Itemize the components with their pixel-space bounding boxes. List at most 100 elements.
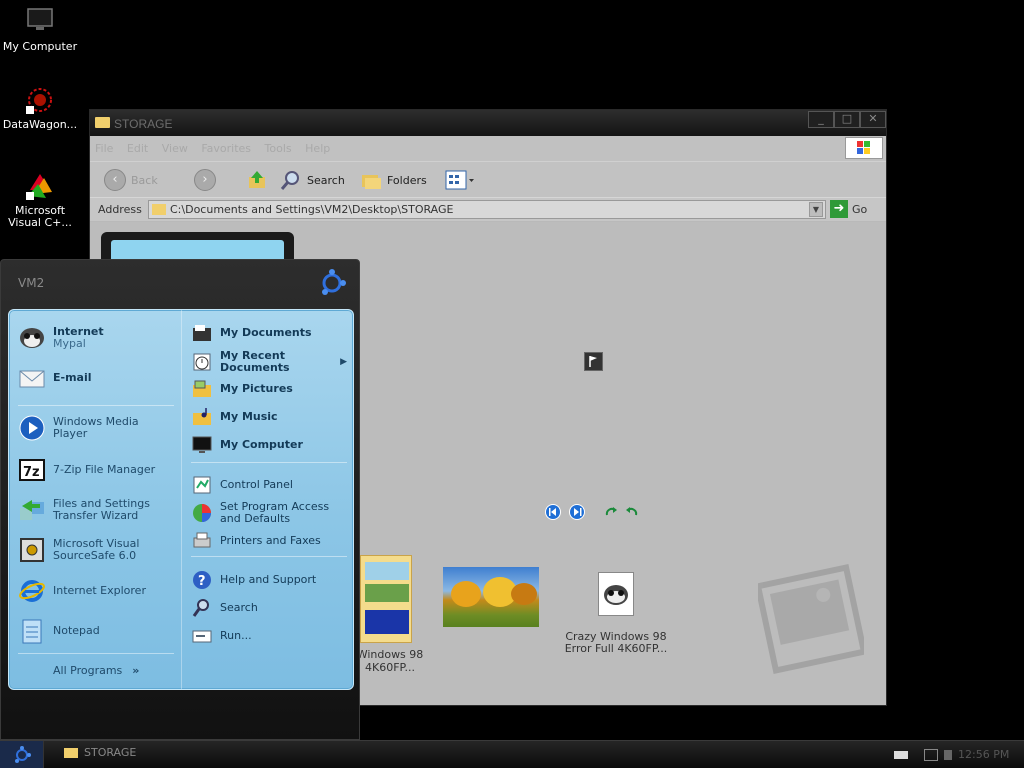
desktop-icon-datawagon[interactable]: DataWagon...	[0, 84, 80, 131]
windows-flag-icon	[845, 137, 883, 159]
start-item-email[interactable]: E-mail	[18, 364, 92, 392]
start-item-internet-explorer[interactable]: Internet Explorer	[18, 577, 146, 605]
start-item-run[interactable]: Run...	[191, 625, 252, 647]
minimize-button[interactable]: _	[808, 111, 834, 128]
folders-button[interactable]: Folders	[360, 168, 427, 192]
visual-cpp-icon	[24, 170, 56, 202]
chevron-right-icon: ▶	[340, 357, 347, 367]
start-item-printers[interactable]: Printers and Faxes	[191, 530, 321, 552]
item-label: My Computer	[220, 438, 303, 451]
item-label: Search	[220, 601, 258, 614]
double-chevron-right-icon: »	[132, 664, 140, 677]
media-player-icon	[18, 414, 46, 442]
control-panel-icon	[191, 474, 213, 496]
orb-logo-icon	[315, 266, 349, 300]
start-item-notepad[interactable]: Notepad	[18, 617, 100, 645]
back-button[interactable]: ‹ Back	[104, 168, 158, 192]
search-button[interactable]: Search	[280, 168, 345, 192]
menu-bar: File Edit View Favorites Tools Help	[90, 136, 886, 161]
rotate-left-icon[interactable]	[604, 505, 618, 519]
start-item-program-access[interactable]: Set Program Access and Defaults	[191, 501, 335, 525]
item-label: Printers and Faxes	[220, 534, 321, 547]
item-label: My Pictures	[220, 382, 293, 395]
item-label: Set Program Access and Defaults	[220, 500, 330, 525]
start-item-transfer-wizard[interactable]: Files and Settings Transfer Wizard	[18, 496, 163, 524]
item-label: Files and Settings Transfer Wizard	[53, 497, 150, 522]
back-label: Back	[131, 173, 158, 187]
go-button[interactable]: ➜ Go	[830, 200, 867, 218]
close-button[interactable]: ✕	[860, 111, 886, 128]
start-item-my-documents[interactable]: My Documents	[191, 322, 312, 344]
menu-favorites[interactable]: Favorites	[196, 136, 256, 161]
rotate-right-icon[interactable]	[625, 505, 639, 519]
item-label: Run...	[220, 629, 252, 642]
run-icon	[191, 625, 213, 647]
picture-watermark-icon	[754, 562, 868, 676]
orb-logo-icon	[14, 745, 31, 763]
start-item-media-player[interactable]: Windows Media Player	[18, 414, 153, 442]
start-item-search[interactable]: Search	[191, 597, 258, 619]
autumn-image-thumbnail	[443, 567, 539, 627]
up-folder-button[interactable]	[246, 168, 268, 192]
chevron-down-icon[interactable]: ▼	[809, 202, 823, 217]
start-item-recent-documents[interactable]: My Recent Documents ▶	[191, 350, 347, 374]
clock[interactable]: 12:56 PM	[958, 748, 1009, 761]
desktop-icon-my-computer[interactable]: My Computer	[0, 6, 80, 53]
volume-icon[interactable]	[944, 749, 952, 760]
start-item-internet[interactable]: Internet Mypal	[18, 324, 104, 352]
desktop-icon-visual-cpp[interactable]: Microsoft Visual C+...	[0, 170, 80, 229]
desktop-icon-label: DataWagon...	[2, 118, 78, 131]
notepad-icon	[18, 617, 46, 645]
file-item[interactable]: Crazy Windows 98 Error Full 4K60FP...	[555, 572, 677, 655]
maximize-button[interactable]: □	[834, 111, 860, 128]
menu-file[interactable]: File	[90, 136, 118, 161]
taskbar: STORAGE 12:56 PM	[0, 740, 1024, 768]
item-subtitle: Mypal	[53, 337, 86, 350]
monitor-icon	[191, 434, 213, 456]
program-access-icon	[191, 502, 213, 524]
start-item-sourcesafe[interactable]: Microsoft Visual SourceSafe 6.0	[18, 536, 153, 564]
views-button[interactable]	[445, 168, 475, 192]
address-input[interactable]: C:\Documents and Settings\VM2\Desktop\ST…	[148, 200, 826, 219]
svg-text:?: ?	[198, 574, 206, 589]
item-label: Microsoft Visual SourceSafe 6.0	[53, 537, 140, 562]
preview-frame	[101, 232, 294, 262]
start-item-my-computer[interactable]: My Computer	[191, 434, 303, 456]
menu-help[interactable]: Help	[300, 136, 335, 161]
clock-icon	[191, 351, 213, 373]
go-label: Go	[852, 202, 868, 216]
search-icon	[280, 171, 299, 190]
previous-icon[interactable]	[545, 504, 561, 520]
menu-view[interactable]: View	[157, 136, 193, 161]
window-title-bar[interactable]: STORAGE _ □ ✕	[90, 110, 886, 136]
music-folder-icon	[191, 406, 213, 428]
item-label: My Recent Documents	[220, 349, 290, 374]
item-label: Internet Explorer	[53, 584, 146, 597]
start-item-help[interactable]: ? Help and Support	[191, 569, 316, 591]
network-icon[interactable]	[924, 748, 938, 761]
next-icon[interactable]	[569, 504, 585, 520]
printer-icon	[191, 530, 213, 552]
keyboard-icon[interactable]	[894, 750, 908, 759]
start-item-control-panel[interactable]: Control Panel	[191, 474, 293, 496]
search-icon	[191, 597, 213, 619]
desktop-icon-label: Microsoft Visual C+...	[8, 204, 72, 229]
start-item-my-music[interactable]: My Music	[191, 406, 278, 428]
forward-arrow-icon: ›	[194, 169, 216, 191]
toolbar: ‹ Back › Search Folders	[90, 161, 886, 197]
transfer-wizard-icon	[18, 496, 46, 524]
file-item[interactable]	[443, 567, 541, 627]
menu-tools[interactable]: Tools	[260, 136, 297, 161]
raccoon-document-icon	[598, 572, 634, 616]
menu-edit[interactable]: Edit	[122, 136, 153, 161]
start-button[interactable]	[0, 741, 44, 768]
forward-button[interactable]: ›	[194, 168, 216, 192]
taskbar-item-storage[interactable]: STORAGE	[64, 746, 136, 759]
address-label: Address	[98, 203, 142, 216]
start-item-7zip[interactable]: 7z 7-Zip File Manager	[18, 456, 155, 484]
flag-icon[interactable]	[584, 352, 603, 371]
task-label: STORAGE	[84, 746, 137, 759]
all-programs-button[interactable]: All Programs »	[53, 665, 139, 677]
start-item-my-pictures[interactable]: My Pictures	[191, 378, 293, 400]
svg-text:7z: 7z	[23, 465, 40, 480]
